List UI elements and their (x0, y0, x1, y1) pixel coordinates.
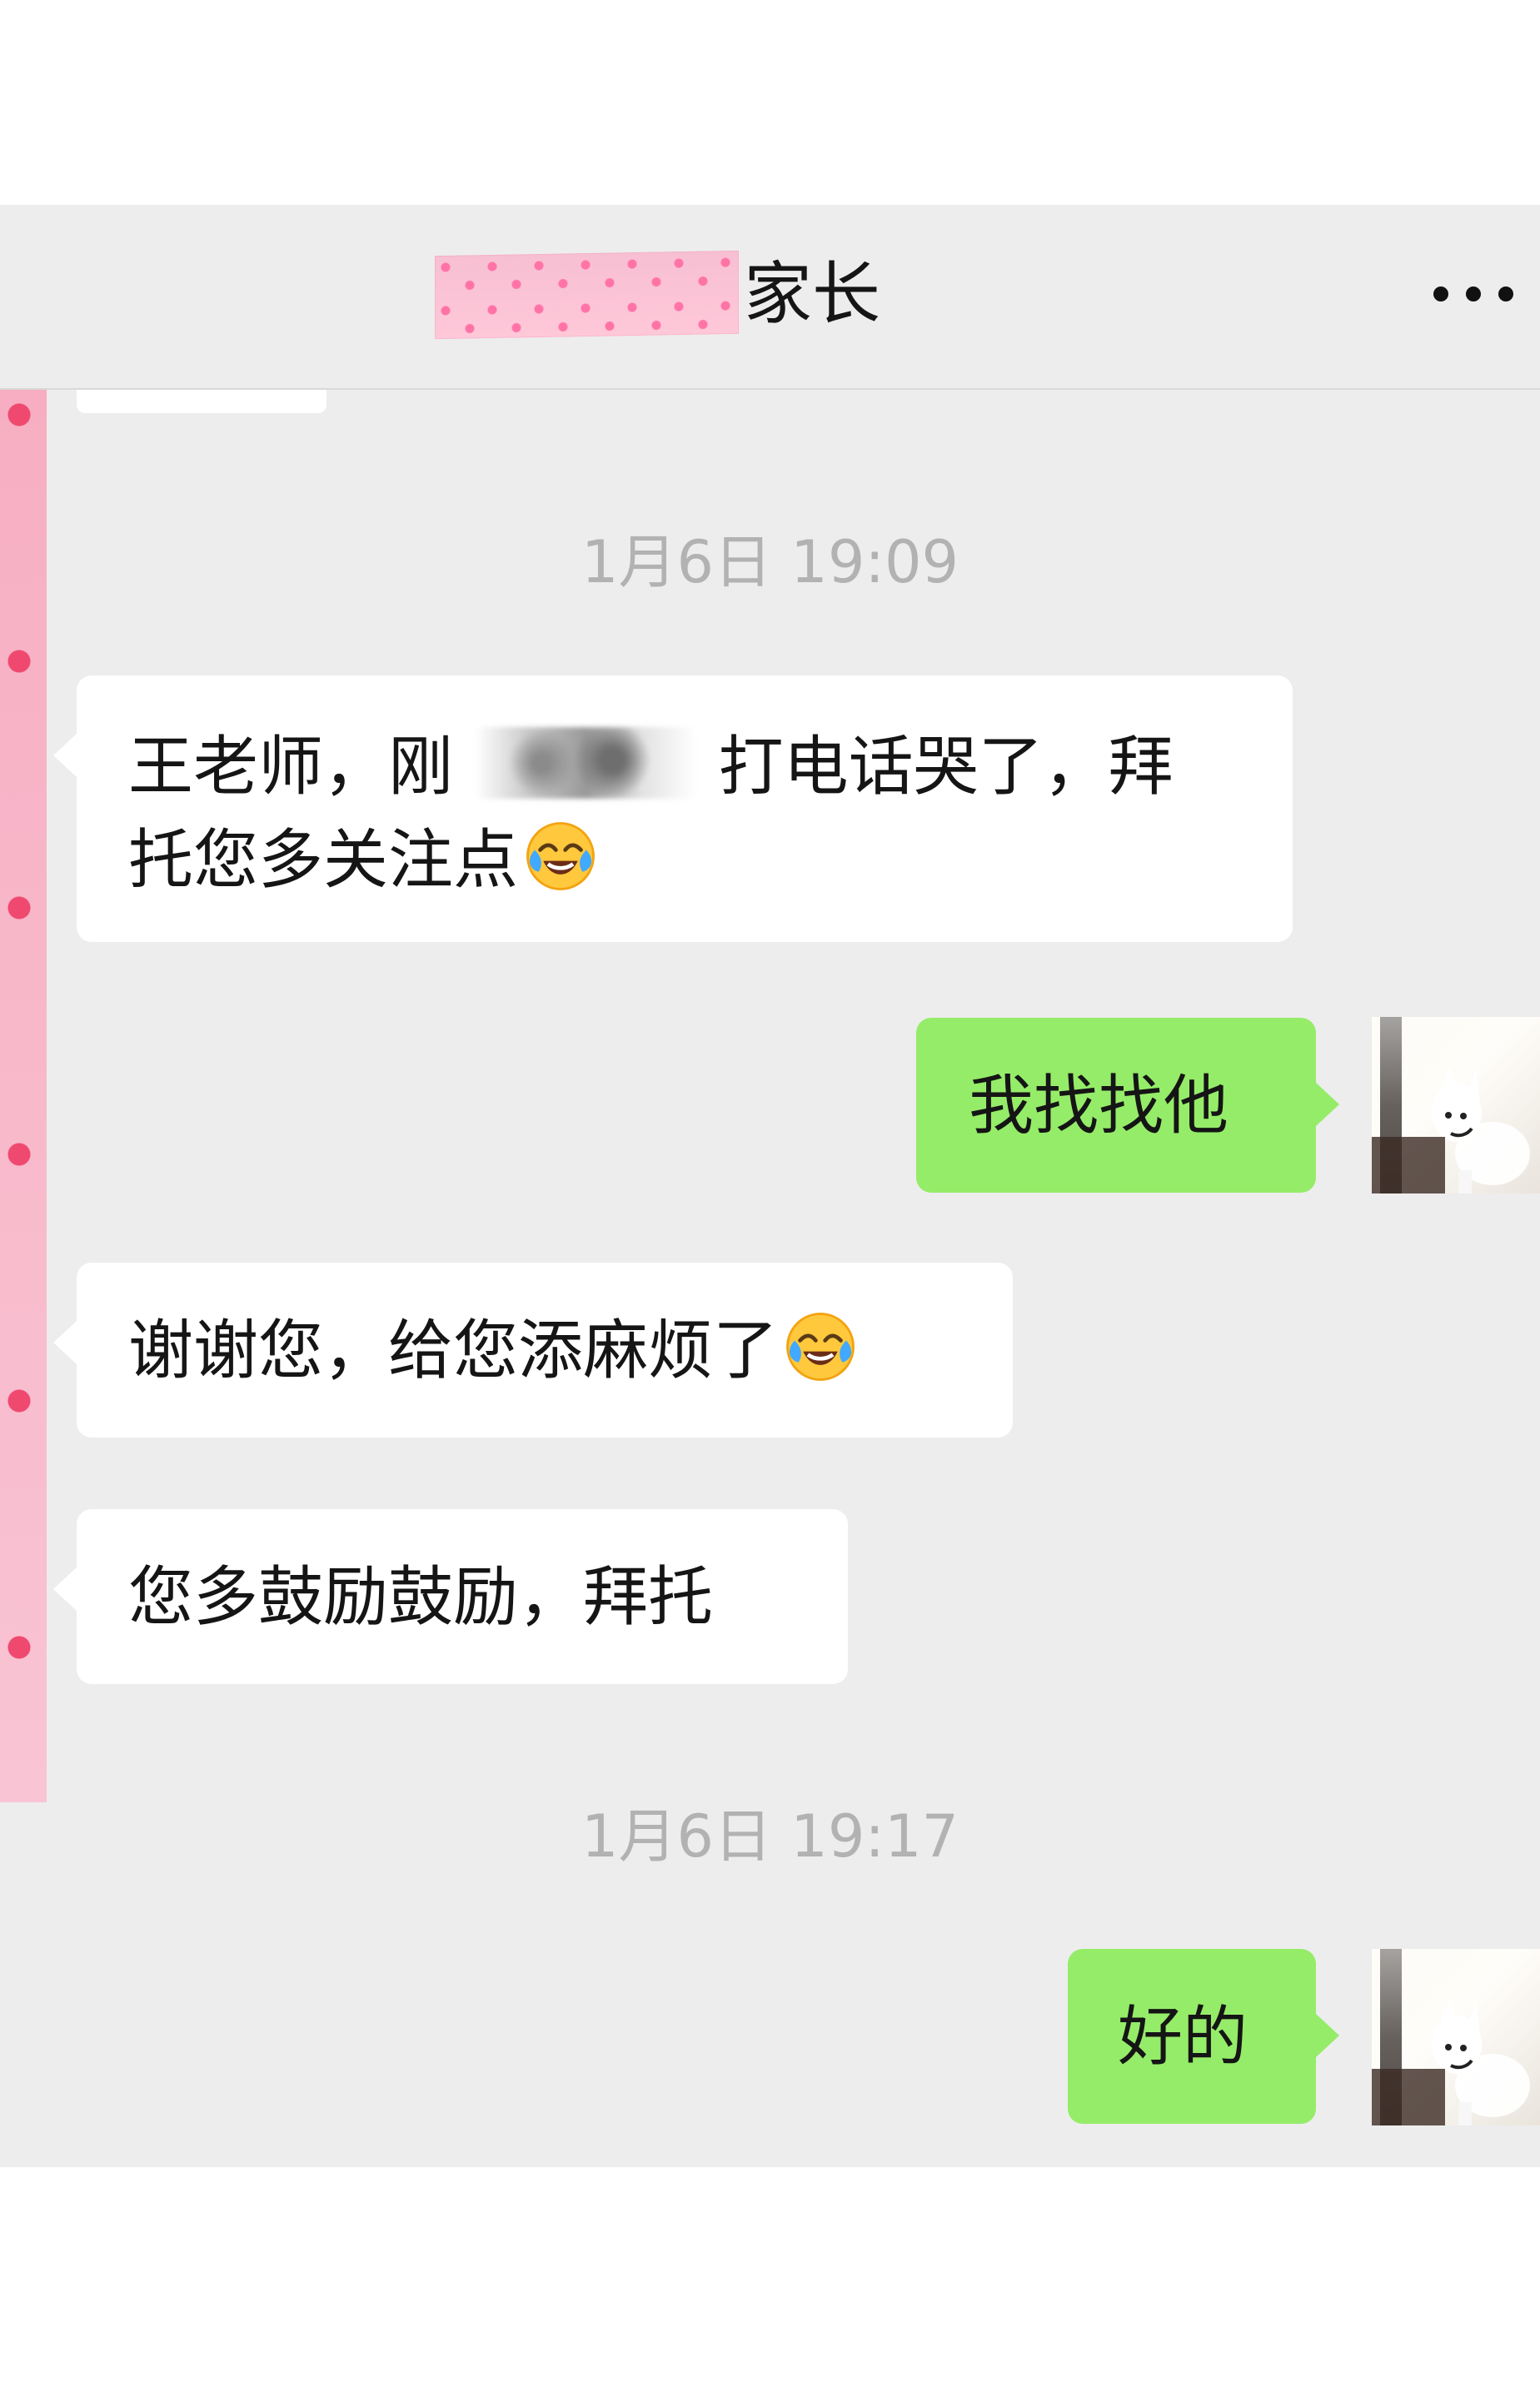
dog-avatar-icon (1432, 1999, 1530, 2125)
chat-header: 家长 (0, 205, 1540, 390)
redacted-name-blur (475, 727, 696, 799)
incoming-message-bubble[interactable]: 您多鼓励鼓励，拜托 (53, 1509, 848, 1684)
message-timestamp: 1月6日 19:17 (581, 1802, 959, 1871)
user-avatar[interactable] (1372, 1017, 1540, 1193)
incoming-message-bubble[interactable]: 王老师，刚 打电话哭了，拜 托您多关注点 (53, 675, 1293, 942)
dog-avatar-icon (1432, 1067, 1530, 1193)
name-redaction-sticker (435, 250, 739, 340)
more-dot-icon (1433, 287, 1448, 301)
more-options-icon[interactable] (1433, 282, 1513, 306)
decorative-heart-tape (0, 390, 47, 1802)
more-dot-icon (1498, 287, 1513, 301)
bottom-blank-area (0, 2167, 1540, 2382)
crying-laughing-face-icon (526, 822, 595, 890)
message-text: 您多鼓励鼓励，拜托 (128, 1560, 714, 1635)
message-text-line: 王老师，刚 打电话哭了，拜 (128, 720, 1239, 814)
more-dot-icon (1466, 287, 1481, 301)
message-text: 谢谢您，给您添麻烦了 (128, 1313, 779, 1388)
chat-title-area: 家长 (435, 250, 881, 340)
message-text-part: 王老师，刚 (128, 730, 454, 805)
previous-message-edge (77, 390, 326, 413)
message-text-line: 托您多关注点 (128, 814, 1239, 907)
outgoing-message-bubble[interactable]: 我找找他 (916, 1018, 1339, 1193)
message-text: 好的 (1118, 2000, 1248, 2075)
outgoing-message-bubble[interactable]: 好的 (1068, 1949, 1339, 2124)
incoming-message-bubble[interactable]: 谢谢您，给您添麻烦了 (53, 1263, 1013, 1438)
chat-title: 家长 (744, 255, 881, 334)
crying-laughing-face-icon (786, 1313, 855, 1381)
user-avatar[interactable] (1372, 1949, 1540, 2125)
message-text-part: 打电话哭了，拜 (718, 730, 1174, 805)
message-timestamp: 1月6日 19:09 (581, 528, 959, 596)
message-text: 托您多关注点 (128, 823, 519, 898)
message-text: 我找找他 (969, 1069, 1229, 1144)
